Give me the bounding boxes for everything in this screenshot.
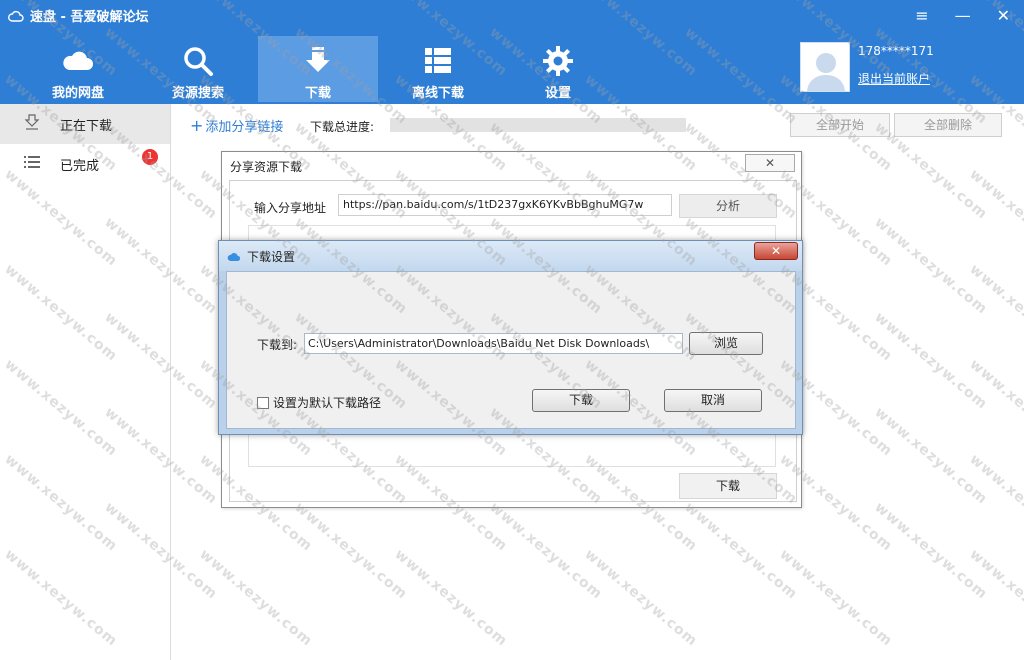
settings-dialog-title: 下载设置 [227,248,295,265]
total-progress-label: 下载总进度: [310,120,375,134]
nav-label: 下载 [304,86,331,101]
sidebar-item-completed[interactable]: 已完成 1 [0,144,170,184]
watermark-text: www.xezyw.com [391,546,511,650]
logout-link[interactable]: 退出当前账户 [858,70,934,87]
minimize-button[interactable]: — [955,6,971,25]
sidebar-item-label: 正在下载 [60,118,113,134]
app-cloud-icon [8,10,24,22]
main-nav: 我的网盘 资源搜索 下载 离线下载 设置 [18,36,618,102]
share-url-label: 输入分享地址 [254,201,327,215]
app-title: 速盘 - 吾爱破解论坛 [8,6,148,25]
watermark-text: www.xezyw.com [196,546,316,650]
cloud-icon [227,253,241,261]
nav-label: 资源搜索 [171,86,224,101]
watermark-text: www.xezyw.com [776,546,896,650]
watermark-text: www.xezyw.com [291,499,411,603]
start-all-button[interactable]: 全部开始 [790,113,890,137]
list-grid-icon [425,48,451,73]
close-button[interactable]: ✕ [997,6,1010,25]
cancel-button[interactable]: 取消 [664,389,762,412]
watermark-text: www.xezyw.com [871,499,991,603]
nav-download[interactable]: 下载 [258,36,378,102]
settings-dialog-body: 下载到: C:\Users\Administrator\Downloads\Ba… [226,271,796,429]
add-share-link-label: 添加分享链接 [205,120,284,135]
watermark-text: www.xezyw.com [581,546,701,650]
nav-label: 离线下载 [411,86,464,101]
user-panel: 178*****171 退出当前账户 [800,42,934,92]
search-icon [184,47,213,76]
analyze-button[interactable]: 分析 [679,194,777,218]
confirm-download-button[interactable]: 下载 [532,389,630,412]
download-icon [306,47,330,72]
watermark-text: www.xezyw.com [871,214,991,318]
nav-my-disk[interactable]: 我的网盘 [18,36,138,102]
download-toolbar: + 添加分享链接 下载总进度: 全部开始 全部删除 [172,110,1024,140]
title-bar: 速盘 - 吾爱破解论坛 ≡ — ✕ 我的网盘 资源搜索 下载 离线下载 设置 1… [0,0,1024,104]
menu-icon[interactable]: ≡ [915,6,928,25]
watermark-text: www.xezyw.com [966,546,1024,650]
browse-button[interactable]: 浏览 [689,332,763,355]
watermark-text: www.xezyw.com [966,451,1024,555]
watermark-text: www.xezyw.com [966,166,1024,270]
gear-icon [543,46,573,76]
delete-all-button[interactable]: 全部删除 [894,113,1002,137]
username: 178*****171 [858,44,934,58]
total-progress-bar [390,118,686,132]
download-settings-dialog: 下载设置 ✕ 下载到: C:\Users\Administrator\Downl… [218,240,803,435]
user-info: 178*****171 退出当前账户 [858,42,934,92]
sidebar-item-label: 已完成 [60,158,100,174]
nav-label: 我的网盘 [51,86,104,101]
share-dialog-close-button[interactable]: ✕ [745,154,795,172]
default-path-checkbox[interactable]: 设置为默认下载路径 [257,394,381,411]
watermark-text: www.xezyw.com [966,356,1024,460]
list-icon [22,155,42,173]
user-avatar-icon [807,53,845,91]
avatar[interactable] [800,42,850,92]
watermark-text: www.xezyw.com [681,499,801,603]
share-url-input[interactable]: https://pan.baidu.com/s/1tD237gxK6YKvBbB… [338,194,672,216]
settings-dialog-titlebar: 下载设置 ✕ [219,241,802,271]
sidebar-item-downloading[interactable]: 正在下载 [0,104,170,144]
download-tray-icon [22,114,42,134]
cloud-icon [63,51,93,70]
default-path-label: 设置为默认下载路径 [273,396,382,410]
add-share-link-button[interactable]: + 添加分享链接 [190,116,283,135]
checkbox-box[interactable] [257,396,269,409]
download-path-label: 下载到: [257,338,298,352]
sidebar: 正在下载 已完成 1 [0,104,171,660]
settings-dialog-close-button[interactable]: ✕ [754,242,798,260]
nav-settings[interactable]: 设置 [498,36,618,102]
nav-resource-search[interactable]: 资源搜索 [138,36,258,102]
app-title-text: 速盘 - 吾爱破解论坛 [30,10,149,25]
watermark-text: www.xezyw.com [486,499,606,603]
nav-label: 设置 [544,86,571,101]
nav-offline-download[interactable]: 离线下载 [378,36,498,102]
watermark-text: www.xezyw.com [871,309,991,413]
watermark-text: www.xezyw.com [871,404,991,508]
window-controls: ≡ — ✕ [915,6,1010,25]
share-dialog-title: 分享资源下载 [230,160,303,174]
watermark-text: www.xezyw.com [966,261,1024,365]
share-download-button[interactable]: 下载 [679,473,777,499]
settings-dialog-title-text: 下载设置 [247,250,296,264]
completed-count-badge: 1 [142,149,158,165]
download-path-input[interactable]: C:\Users\Administrator\Downloads\Baidu N… [304,333,683,354]
plus-icon: + [190,116,204,135]
